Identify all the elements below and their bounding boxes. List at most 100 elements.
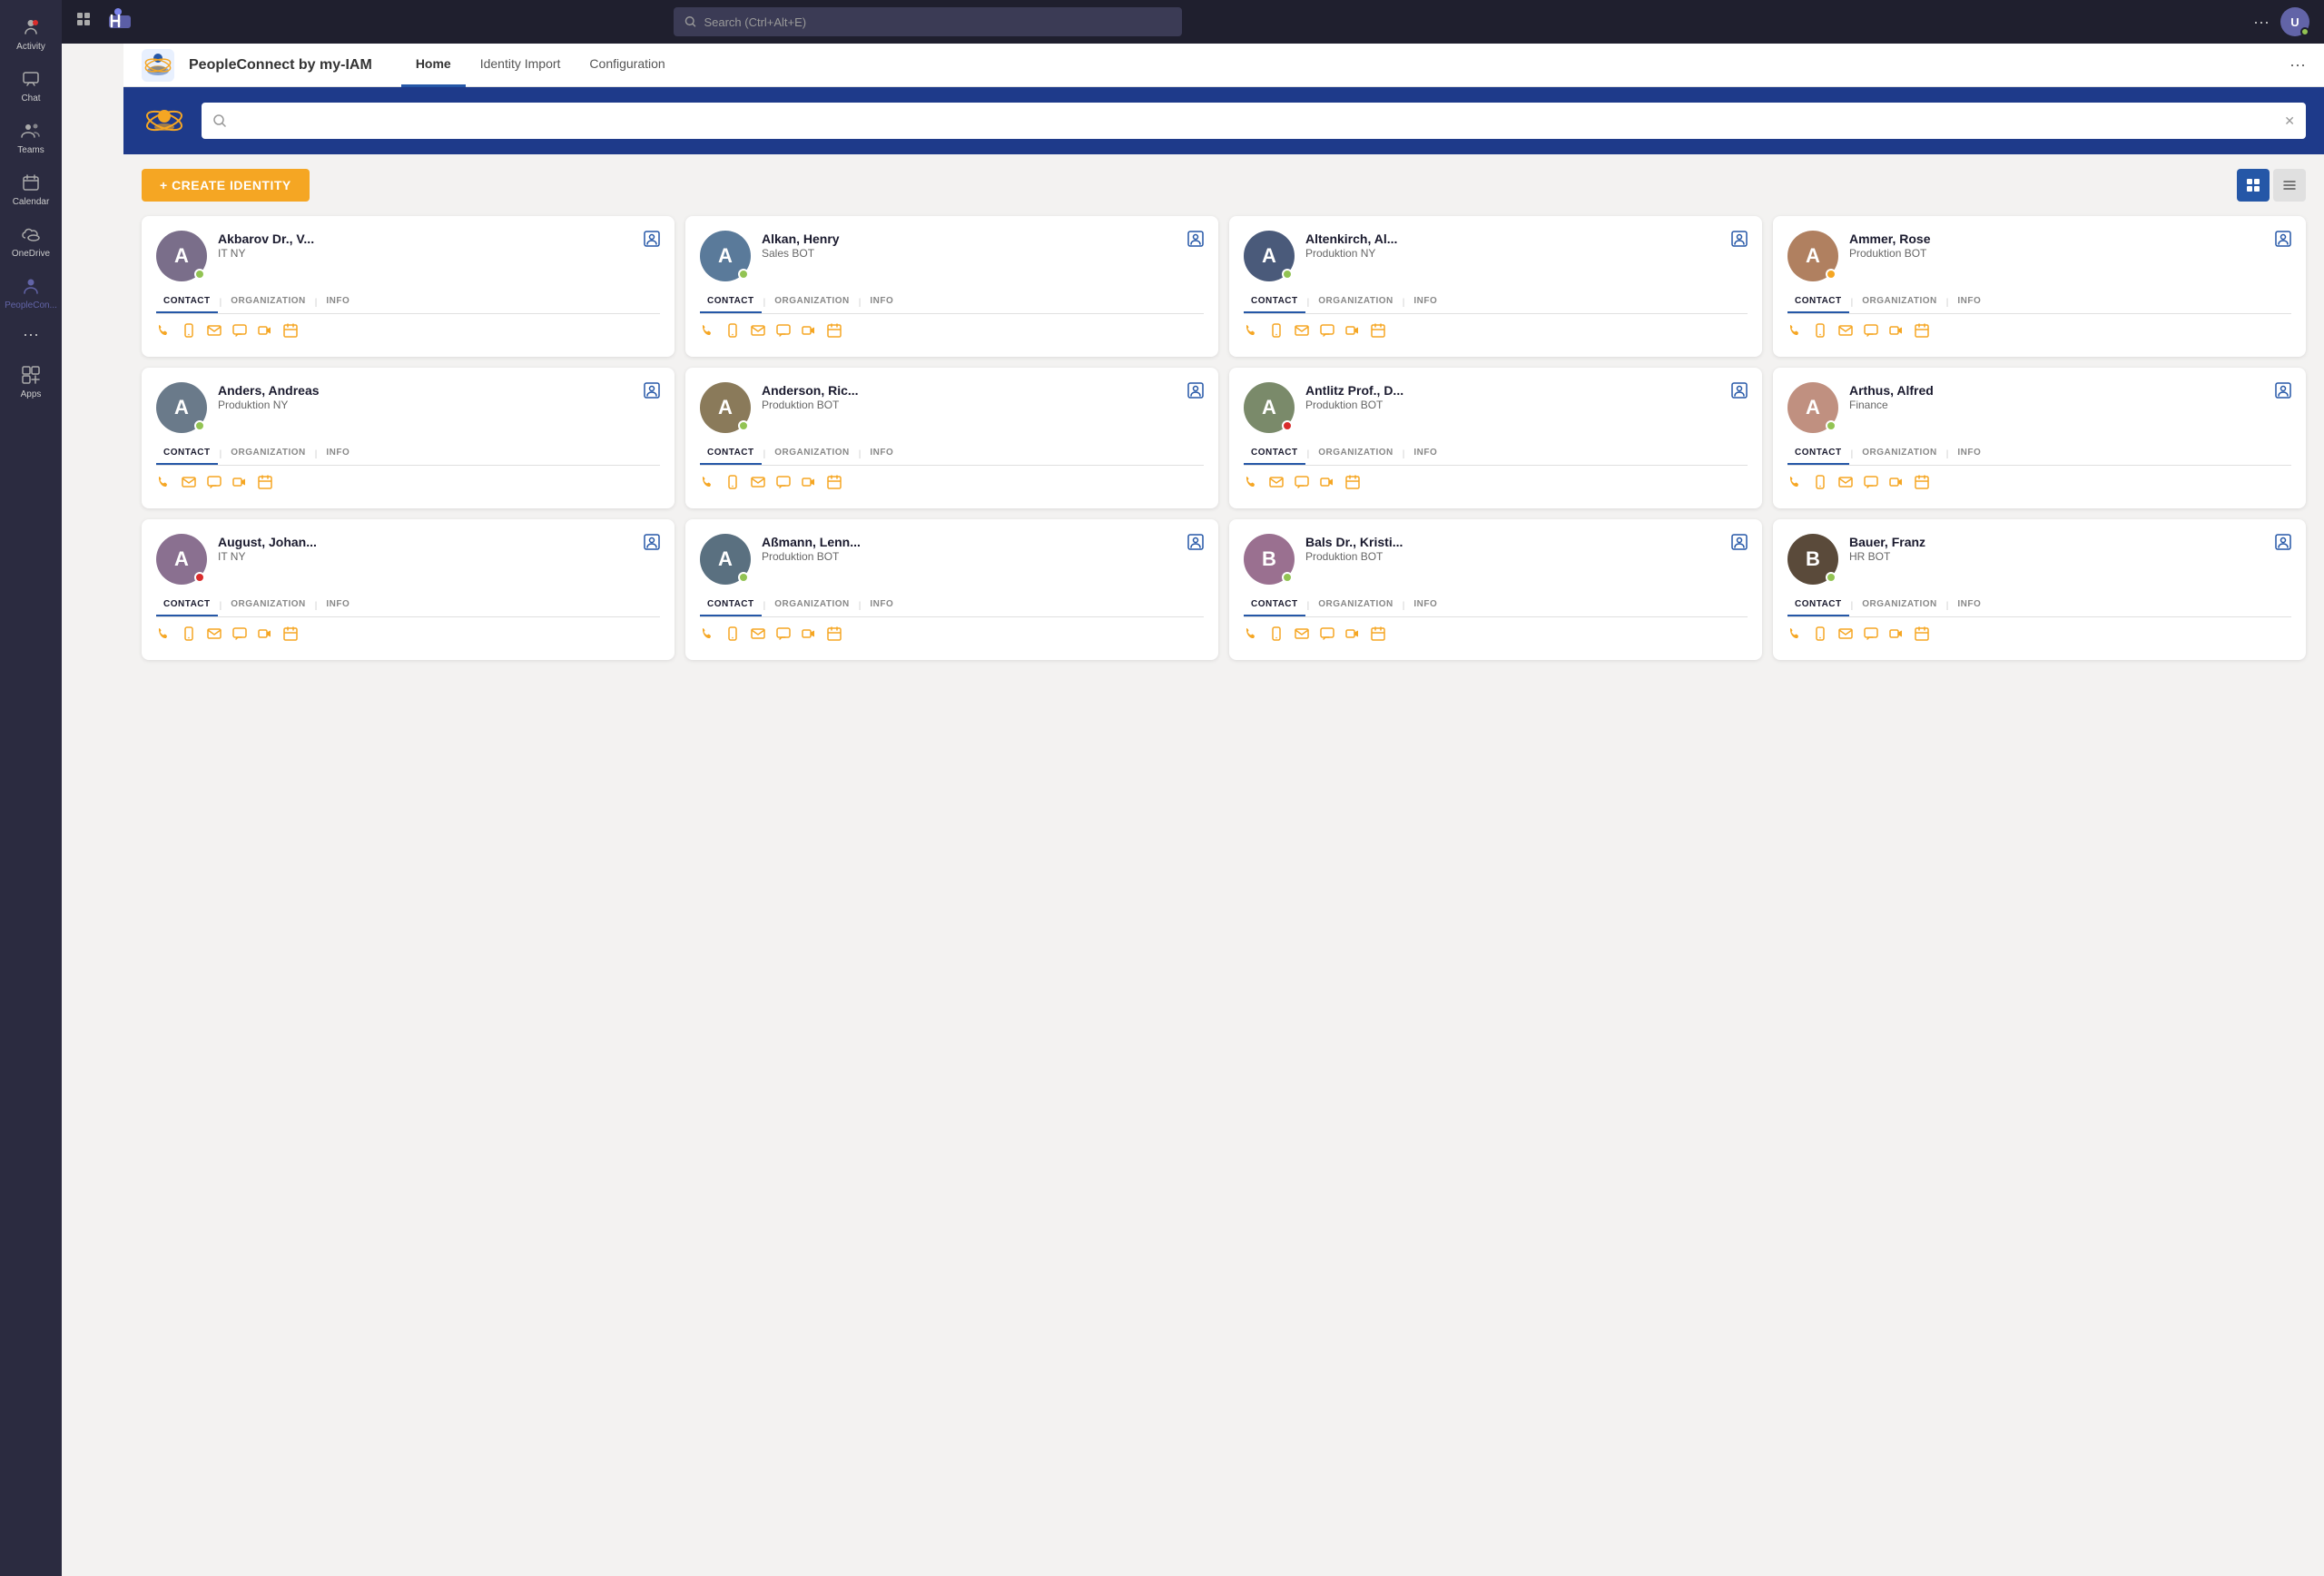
card-profile-button[interactable] (1187, 231, 1204, 251)
card-profile-button[interactable] (644, 382, 660, 403)
calendar-action-icon[interactable] (827, 475, 842, 494)
mobile-action-icon[interactable] (1269, 626, 1284, 645)
tab-contact[interactable]: CONTACT (1244, 596, 1305, 616)
email-action-icon[interactable] (1838, 323, 1853, 342)
mobile-action-icon[interactable] (1813, 475, 1827, 494)
tab-contact[interactable]: CONTACT (700, 444, 762, 465)
calendar-action-icon[interactable] (258, 475, 272, 494)
tab-organization[interactable]: ORGANIZATION (223, 444, 312, 465)
tab-contact[interactable]: CONTACT (700, 292, 762, 313)
sidebar-item-teams[interactable]: Teams (0, 111, 62, 163)
tab-organization[interactable]: ORGANIZATION (1311, 292, 1400, 313)
tab-organization[interactable]: ORGANIZATION (1855, 596, 1944, 616)
card-profile-button[interactable] (2275, 382, 2291, 403)
search-clear-button[interactable]: ✕ (2284, 113, 2295, 129)
mobile-action-icon[interactable] (1813, 626, 1827, 645)
tab-organization[interactable]: ORGANIZATION (1311, 596, 1400, 616)
tab-info[interactable]: INFO (1406, 444, 1444, 465)
tab-organization[interactable]: ORGANIZATION (1855, 444, 1944, 465)
mobile-action-icon[interactable] (725, 475, 740, 494)
calendar-action-icon[interactable] (283, 626, 298, 645)
card-profile-button[interactable] (644, 534, 660, 555)
tab-info[interactable]: INFO (862, 596, 901, 616)
sidebar-item-calendar[interactable]: Calendar (0, 163, 62, 214)
phone-action-icon[interactable] (1787, 475, 1802, 494)
calendar-action-icon[interactable] (827, 626, 842, 645)
email-action-icon[interactable] (207, 626, 222, 645)
calendar-action-icon[interactable] (1371, 626, 1385, 645)
nav-home[interactable]: Home (401, 44, 466, 87)
tab-contact[interactable]: CONTACT (1787, 292, 1849, 313)
tab-info[interactable]: INFO (1950, 444, 1988, 465)
phone-action-icon[interactable] (156, 475, 171, 494)
card-profile-button[interactable] (1187, 382, 1204, 403)
tab-info[interactable]: INFO (319, 292, 357, 313)
tab-info[interactable]: INFO (319, 596, 357, 616)
tab-organization[interactable]: ORGANIZATION (223, 292, 312, 313)
tab-contact[interactable]: CONTACT (156, 444, 218, 465)
phone-action-icon[interactable] (1244, 323, 1258, 342)
video-action-icon[interactable] (1889, 626, 1904, 645)
video-action-icon[interactable] (232, 475, 247, 494)
email-action-icon[interactable] (1295, 626, 1309, 645)
mobile-action-icon[interactable] (725, 626, 740, 645)
video-action-icon[interactable] (1889, 475, 1904, 494)
card-profile-button[interactable] (2275, 231, 2291, 251)
top-bar-more-button[interactable]: ··· (2253, 13, 2270, 32)
sidebar-item-chat[interactable]: Chat (0, 59, 62, 111)
email-action-icon[interactable] (207, 323, 222, 342)
sidebar-item-onedrive[interactable]: OneDrive (0, 214, 62, 266)
sidebar-item-activity[interactable]: Activity (0, 7, 62, 59)
tab-contact[interactable]: CONTACT (1244, 444, 1305, 465)
chat-action-icon[interactable] (232, 626, 247, 645)
tab-info[interactable]: INFO (862, 292, 901, 313)
phone-action-icon[interactable] (1787, 323, 1802, 342)
email-action-icon[interactable] (1838, 475, 1853, 494)
tab-organization[interactable]: ORGANIZATION (1311, 444, 1400, 465)
mobile-action-icon[interactable] (725, 323, 740, 342)
sidebar-add-apps[interactable]: Apps (0, 355, 62, 407)
tab-organization[interactable]: ORGANIZATION (767, 444, 856, 465)
card-profile-button[interactable] (1731, 534, 1748, 555)
calendar-action-icon[interactable] (1915, 626, 1929, 645)
chat-action-icon[interactable] (232, 323, 247, 342)
calendar-action-icon[interactable] (827, 323, 842, 342)
tab-info[interactable]: INFO (1406, 596, 1444, 616)
phone-action-icon[interactable] (700, 475, 714, 494)
calendar-action-icon[interactable] (283, 323, 298, 342)
card-profile-button[interactable] (644, 231, 660, 251)
main-search-input[interactable] (234, 113, 2277, 128)
phone-action-icon[interactable] (156, 323, 171, 342)
grid-menu-icon[interactable] (76, 12, 93, 33)
email-action-icon[interactable] (751, 475, 765, 494)
card-profile-button[interactable] (1187, 534, 1204, 555)
list-view-button[interactable] (2273, 169, 2306, 202)
video-action-icon[interactable] (1889, 323, 1904, 342)
chat-action-icon[interactable] (1864, 475, 1878, 494)
sidebar-more-dots[interactable]: ··· (23, 318, 39, 351)
tab-contact[interactable]: CONTACT (1787, 596, 1849, 616)
tab-contact[interactable]: CONTACT (700, 596, 762, 616)
email-action-icon[interactable] (751, 323, 765, 342)
card-profile-button[interactable] (1731, 382, 1748, 403)
calendar-action-icon[interactable] (1371, 323, 1385, 342)
tab-contact[interactable]: CONTACT (156, 292, 218, 313)
mobile-action-icon[interactable] (1813, 323, 1827, 342)
email-action-icon[interactable] (751, 626, 765, 645)
tab-info[interactable]: INFO (862, 444, 901, 465)
chat-action-icon[interactable] (1295, 475, 1309, 494)
chat-action-icon[interactable] (207, 475, 222, 494)
video-action-icon[interactable] (1345, 323, 1360, 342)
card-profile-button[interactable] (2275, 534, 2291, 555)
sidebar-item-peopleconnect[interactable]: PeopleCon... (0, 266, 62, 318)
mobile-action-icon[interactable] (1269, 323, 1284, 342)
chat-action-icon[interactable] (1864, 323, 1878, 342)
phone-action-icon[interactable] (1244, 475, 1258, 494)
calendar-action-icon[interactable] (1915, 475, 1929, 494)
grid-view-button[interactable] (2237, 169, 2270, 202)
calendar-action-icon[interactable] (1915, 323, 1929, 342)
tab-contact[interactable]: CONTACT (1787, 444, 1849, 465)
chat-action-icon[interactable] (776, 323, 791, 342)
tab-info[interactable]: INFO (1950, 292, 1988, 313)
tab-organization[interactable]: ORGANIZATION (767, 596, 856, 616)
